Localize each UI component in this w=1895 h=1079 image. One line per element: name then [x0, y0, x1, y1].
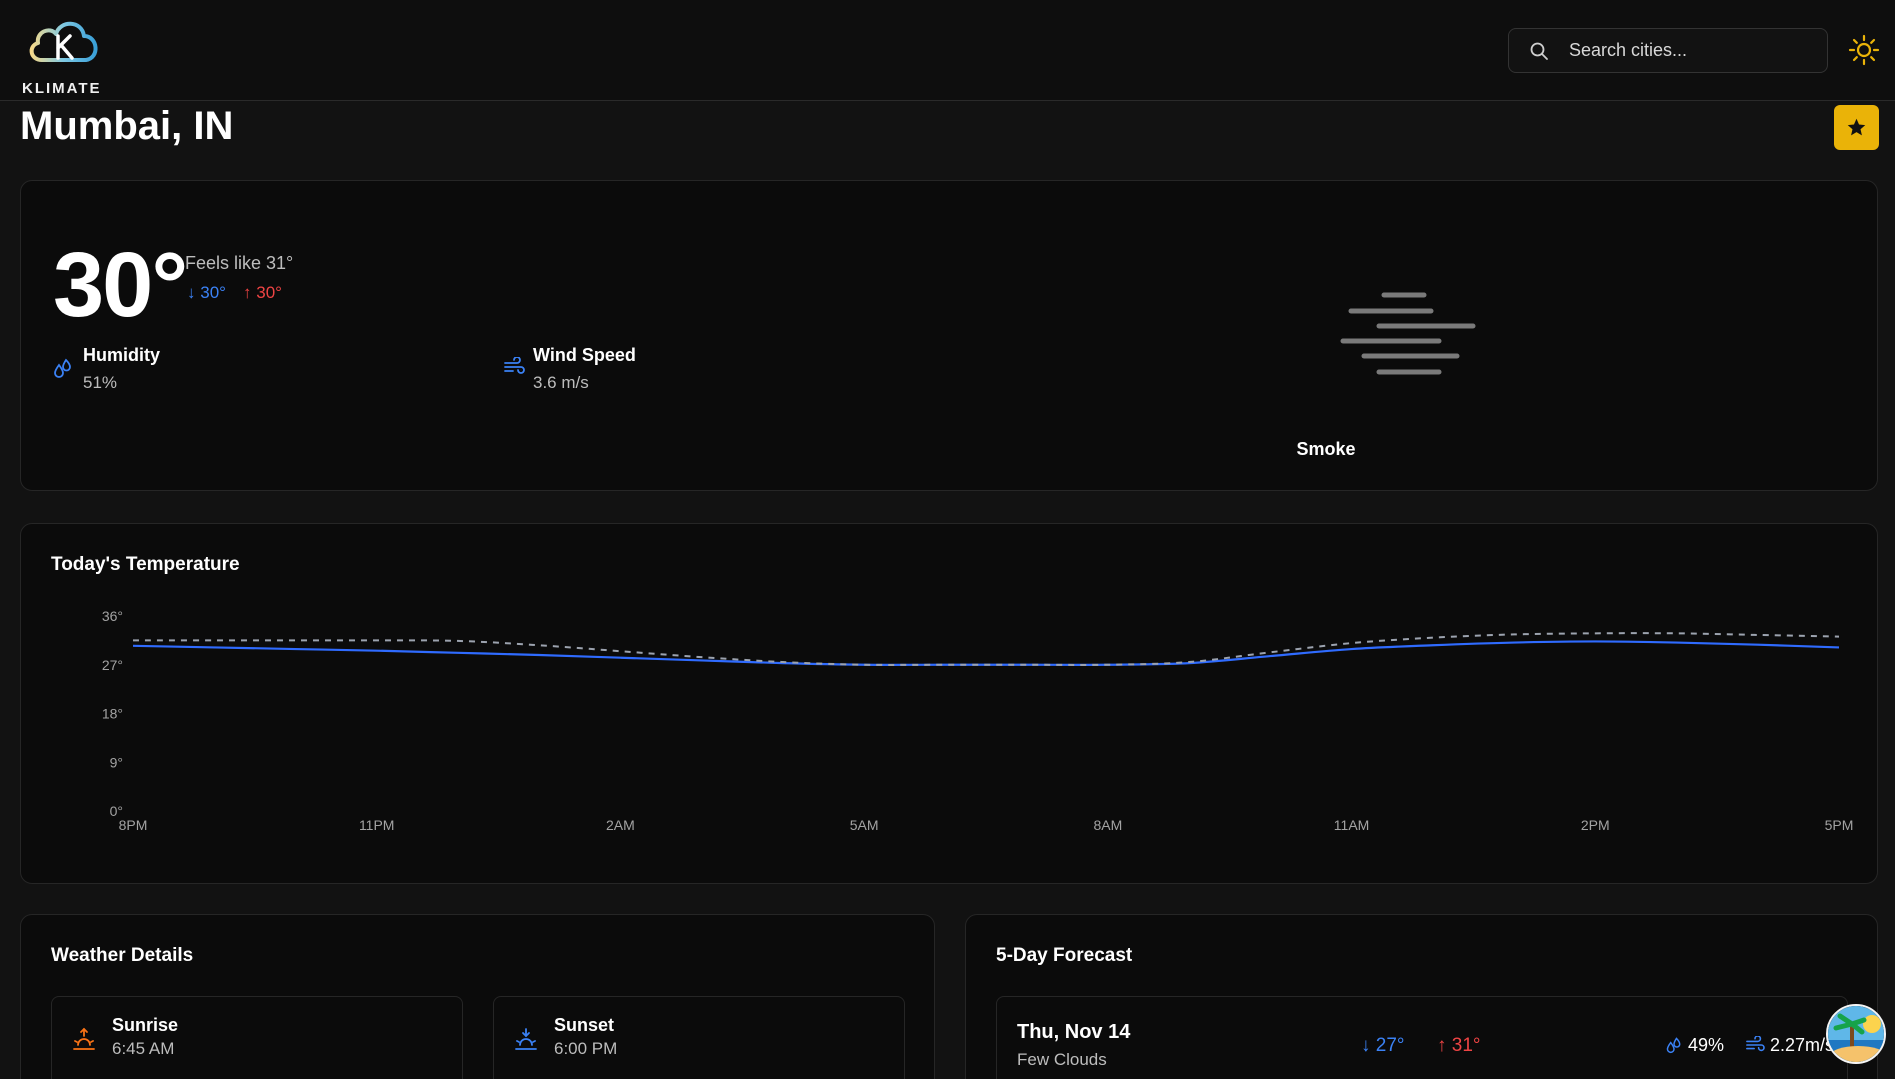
temperature-chart-card: Today's Temperature 0° 9° 18° 27° 36° 8PM 11PM… — [20, 523, 1878, 884]
logo[interactable]: KLIMATE — [20, 14, 110, 97]
condition-label: Smoke — [1296, 439, 1356, 459]
forecast-humidity: 49% — [1665, 1035, 1724, 1056]
forecast-description: Few Clouds — [1017, 1050, 1107, 1069]
feels-like: Feels like 31° — [185, 253, 294, 273]
arrow-up-icon: ↑ — [243, 283, 252, 302]
forecast-wind: 2.27m/s — [1745, 1035, 1834, 1056]
arrow-down-icon: ↓ — [187, 283, 196, 302]
arrow-down-icon: ↓ — [1361, 1035, 1371, 1056]
logo-text: KLIMATE — [22, 80, 102, 97]
temperature-chart: 0°9°18°27°36°8PM 11PM 2AM 5AM 8AM 11AM 2PM 5PM — [102, 608, 1854, 833]
avatar[interactable] — [1826, 1004, 1886, 1064]
y-tick-label: 36° — [102, 608, 123, 624]
search-input[interactable] — [1569, 29, 1819, 72]
cloud-logo-icon — [29, 21, 98, 62]
header: KLIMATE — [0, 0, 1895, 101]
sunrise-icon — [73, 1027, 95, 1050]
wind-icon — [504, 357, 525, 374]
forecast-min: ↓ 27° — [1361, 1035, 1405, 1056]
x-tick-label: 8AM — [1093, 817, 1122, 833]
sunset-value: 6:00 PM — [554, 1039, 618, 1058]
current-temperature: 30° — [53, 234, 188, 336]
forecast-max: ↑ 31° — [1437, 1035, 1481, 1056]
details-title: Weather Details — [51, 945, 194, 966]
y-tick-label: 27° — [102, 657, 123, 673]
weather-details-card: Weather Details Sunrise 6:45 AM Sunset 6… — [20, 914, 935, 1079]
temp-max: ↑ 30° — [243, 283, 282, 302]
sunset-label: Sunset — [554, 1015, 615, 1035]
page-title: Mumbai, IN — [20, 104, 234, 148]
sunrise-value: 6:45 AM — [112, 1039, 175, 1058]
wind-label: Wind Speed — [533, 345, 636, 365]
forecast-card: 5-Day Forecast Thu, Nov 14 Few Clouds ↓ … — [965, 914, 1878, 1079]
droplets-icon — [1666, 1037, 1681, 1054]
humidity-label: Humidity — [83, 345, 161, 365]
series-line-primary — [132, 640, 1840, 666]
x-tick-label: 11PM — [359, 817, 395, 833]
x-tick-label: 8PM — [119, 817, 148, 833]
x-tick-label: 2AM — [606, 817, 635, 833]
sunset-card: Sunset 6:00 PM — [493, 996, 905, 1079]
wind-icon — [1746, 1035, 1765, 1052]
temp-min: ↓ 30° — [187, 283, 226, 302]
current-weather-card: 30° Feels like 31° ↓ 30° ↑ 30° Humidity … — [20, 180, 1878, 491]
humidity-value: 51% — [83, 373, 118, 392]
droplets-icon — [54, 358, 71, 378]
forecast-title: 5-Day Forecast — [996, 945, 1133, 966]
star-icon — [1847, 118, 1866, 136]
favorite-button[interactable] — [1834, 105, 1879, 150]
sun-icon[interactable] — [1848, 34, 1880, 66]
arrow-up-icon: ↑ — [1437, 1035, 1447, 1056]
x-tick-label: 5PM — [1825, 817, 1854, 833]
sunset-icon — [515, 1028, 537, 1050]
forecast-row: Thu, Nov 14 Few Clouds ↓ 27° ↑ 31° 49% 2… — [996, 996, 1848, 1079]
wind-value: 3.6 m/s — [533, 373, 589, 392]
sunrise-card: Sunrise 6:45 AM — [51, 996, 463, 1079]
series-line-secondary — [133, 632, 1840, 666]
sunrise-label: Sunrise — [112, 1015, 179, 1035]
x-tick-label: 11AM — [1334, 817, 1370, 833]
forecast-date: Thu, Nov 14 — [1017, 1021, 1131, 1043]
search-icon — [1530, 42, 1548, 60]
y-tick-label: 9° — [110, 754, 123, 770]
search-box[interactable] — [1508, 28, 1828, 73]
smoke-icon — [1340, 292, 1476, 375]
x-tick-label: 5AM — [850, 817, 879, 833]
y-tick-label: 18° — [102, 706, 123, 722]
x-tick-label: 2PM — [1581, 817, 1610, 833]
